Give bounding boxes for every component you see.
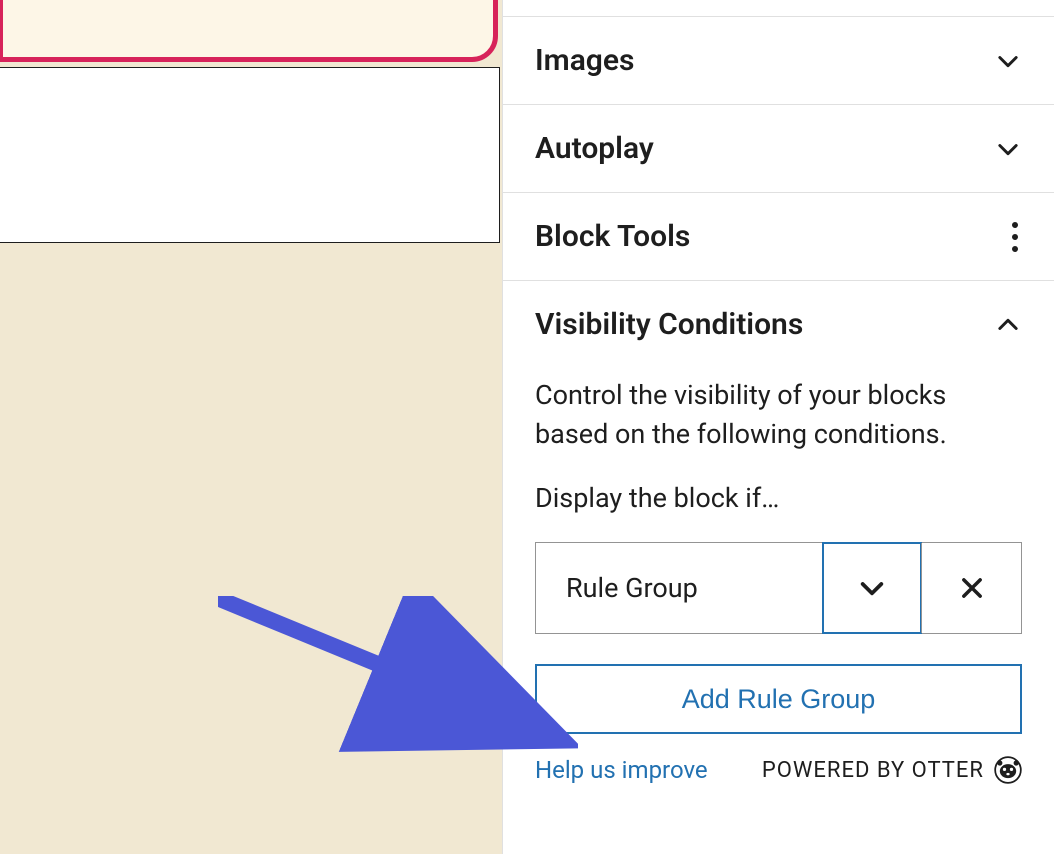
panel-images-title: Images [535,43,634,78]
rule-group-row: Rule Group [535,542,1022,634]
panel-block-tools: Block Tools [503,193,1054,281]
selected-block[interactable] [0,0,498,62]
add-rule-group-button[interactable]: Add Rule Group [535,664,1022,734]
rule-group-label: Rule Group [536,543,823,633]
panel-visibility-header[interactable]: Visibility Conditions [503,281,1054,368]
panel-autoplay: Autoplay [503,105,1054,193]
rule-group-remove-button[interactable] [921,543,1021,633]
powered-by-label: POWERED BY OTTER [762,756,1022,784]
chevron-down-icon [856,572,888,604]
otter-logo-icon [994,756,1022,784]
block-settings-sidebar: Images Autoplay Block Tools Visibility C… [502,0,1054,854]
rule-group-expand-button[interactable] [822,542,922,634]
sidebar-top-spacer [503,0,1054,17]
panel-footer: Help us improve POWERED BY OTTER [535,756,1022,784]
chevron-down-icon [994,135,1022,163]
visibility-description: Control the visibility of your blocks ba… [535,376,1022,454]
panel-visibility-body: Control the visibility of your blocks ba… [503,368,1054,804]
panel-autoplay-header[interactable]: Autoplay [503,105,1054,192]
unselected-block[interactable] [0,67,500,243]
panel-block-tools-title: Block Tools [535,219,690,254]
help-us-improve-link[interactable]: Help us improve [535,756,708,784]
close-icon [958,574,986,602]
panel-autoplay-title: Autoplay [535,131,654,166]
chevron-up-icon [994,311,1022,339]
kebab-menu-icon[interactable] [1012,222,1022,252]
panel-visibility-conditions: Visibility Conditions Control the visibi… [503,281,1054,804]
visibility-display-label: Display the block if… [535,482,1022,514]
panel-images-header[interactable]: Images [503,17,1054,104]
panel-block-tools-header[interactable]: Block Tools [503,193,1054,280]
panel-visibility-title: Visibility Conditions [535,307,803,342]
panel-images: Images [503,17,1054,105]
chevron-down-icon [994,47,1022,75]
powered-by-text: POWERED BY OTTER [762,758,984,783]
editor-canvas [0,0,502,854]
